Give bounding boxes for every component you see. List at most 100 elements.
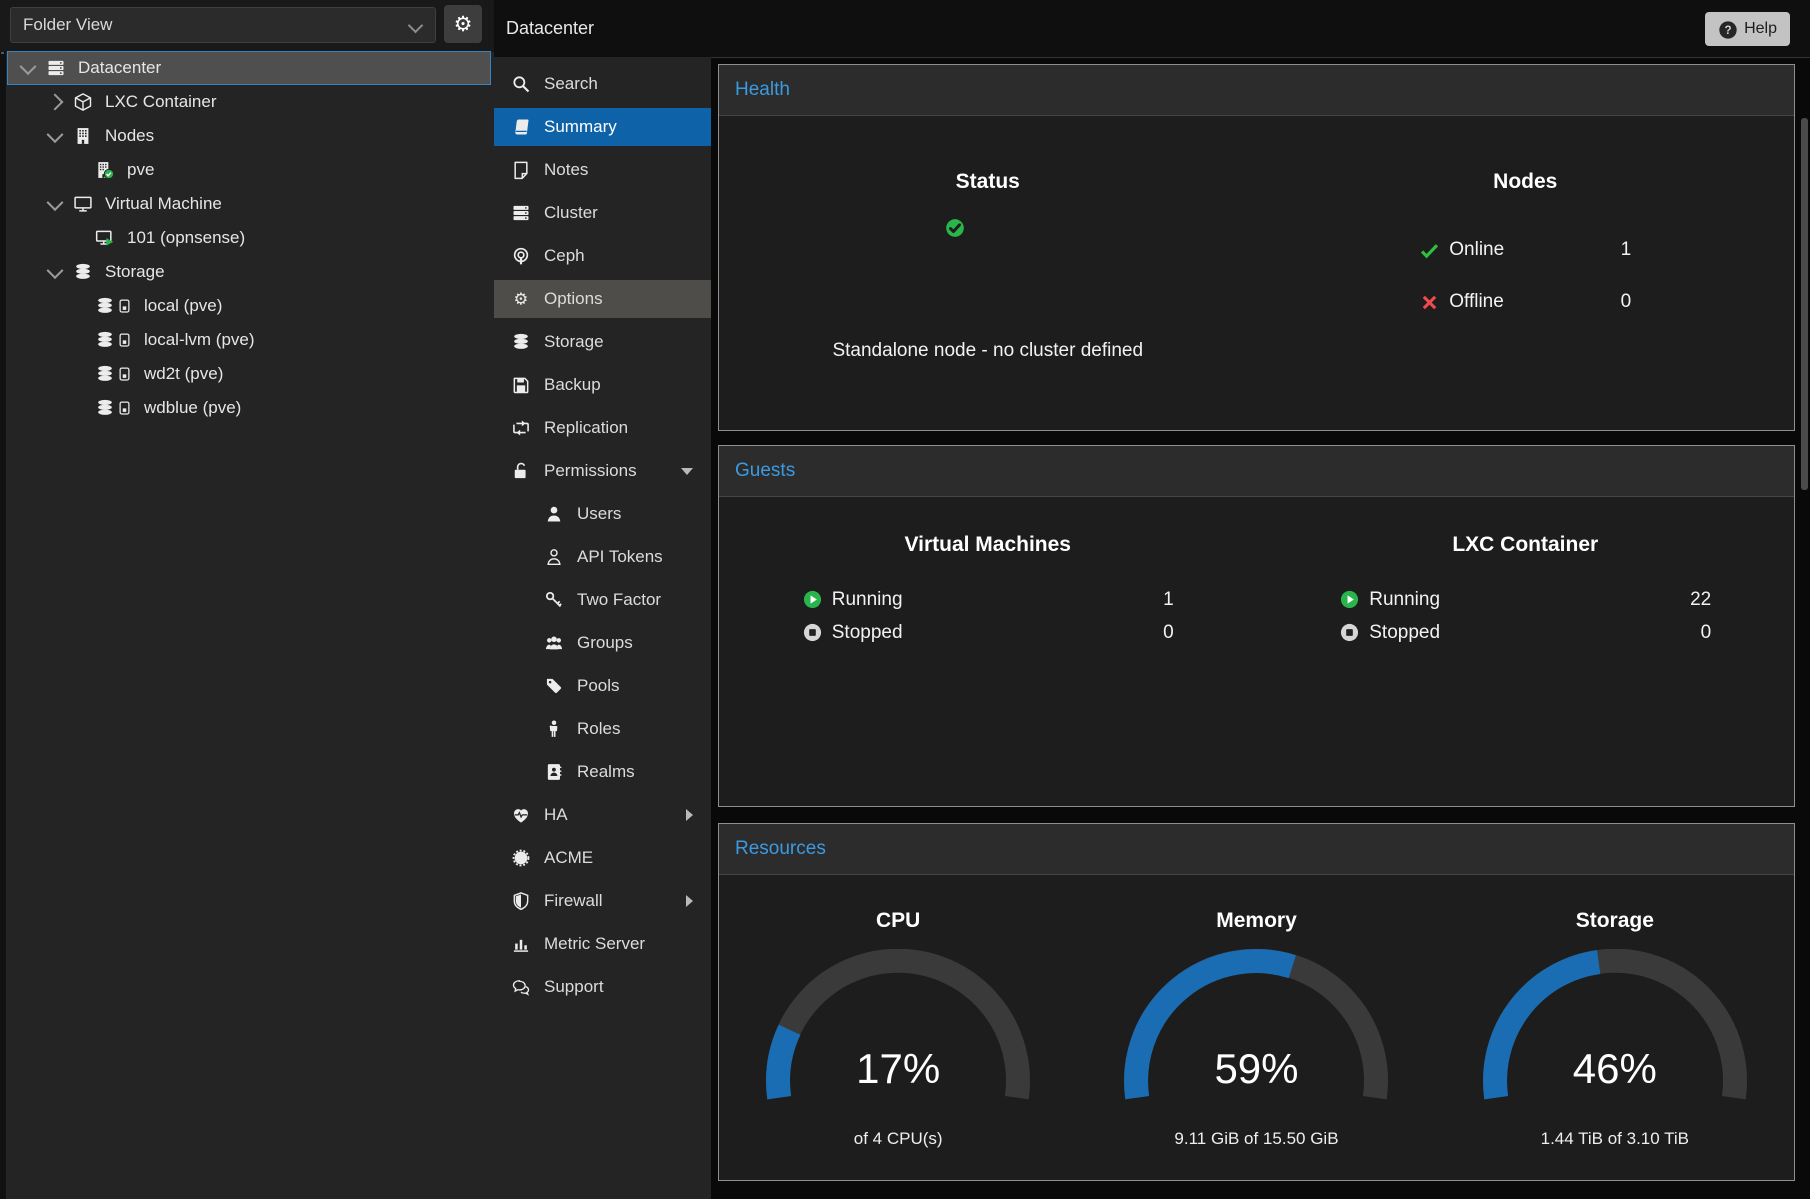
tree-toolbar: Folder View ⚙ — [0, 0, 494, 52]
menu-item-pools[interactable]: Pools — [494, 667, 711, 705]
chevron-down-icon[interactable] — [47, 262, 64, 279]
vertical-scrollbar[interactable] — [1801, 118, 1808, 490]
view-mode-select[interactable]: Folder View — [10, 7, 436, 43]
menu-item-roles[interactable]: Roles — [494, 710, 711, 748]
help-button[interactable]: ? Help — [1705, 12, 1790, 46]
menu-item-firewall[interactable]: Firewall — [494, 882, 711, 920]
content-header-bar: Datacenter ? Help — [494, 0, 1810, 57]
menu-item-notes[interactable]: Notes — [494, 151, 711, 189]
tree-settings-button[interactable]: ⚙ — [444, 5, 482, 43]
menu-item-label: Search — [544, 74, 598, 94]
play-circle-icon — [802, 589, 823, 610]
resources-panel-body: CPU17%of 4 CPU(s)Memory59%9.11 GiB of 15… — [719, 875, 1794, 1149]
tree-item-nodes[interactable]: Nodes — [7, 119, 491, 153]
chevron-down-icon[interactable] — [47, 126, 64, 143]
menu-item-label: Storage — [544, 332, 604, 352]
main-content: Health Status Standalone node - no clust… — [711, 57, 1810, 1199]
shield-icon — [511, 891, 531, 911]
nodes-rows: Online1Offline0 — [1419, 224, 1631, 328]
menu-item-support[interactable]: Support — [494, 968, 711, 1006]
database-icon — [95, 296, 115, 316]
caret-right-icon — [686, 895, 693, 907]
menu-item-label: API Tokens — [577, 547, 663, 567]
server-icon — [511, 203, 531, 223]
tree-item-storage[interactable]: Storage — [7, 255, 491, 289]
heartbeat-icon — [511, 805, 531, 825]
page-title: Datacenter — [494, 18, 594, 39]
chevron-down-icon[interactable] — [47, 194, 64, 211]
menu-item-label: Replication — [544, 418, 628, 438]
ceph-icon — [511, 246, 531, 266]
view-mode-value: Folder View — [23, 15, 112, 35]
menu-item-acme[interactable]: ACME — [494, 839, 711, 877]
guests-column-title: LXC Container — [1452, 533, 1598, 557]
tree-item-wd2t-pve[interactable]: wd2t (pve) — [7, 357, 491, 391]
menu-item-label: Notes — [544, 160, 588, 180]
status-row-value: 1 — [1163, 589, 1174, 611]
menu-item-ceph[interactable]: Ceph — [494, 237, 711, 275]
tree-item-datacenter[interactable]: Datacenter — [7, 51, 491, 85]
check-circle-icon — [945, 218, 1031, 304]
gauge-arc: 17% — [748, 949, 1048, 1105]
tree-item-label: local (pve) — [144, 296, 222, 316]
note-icon — [511, 160, 531, 180]
tree-item-local-lvm-pve[interactable]: local-lvm (pve) — [7, 323, 491, 357]
menu-item-label: Options — [544, 289, 603, 309]
menu-item-label: Ceph — [544, 246, 585, 266]
tree-item-pve[interactable]: pve — [7, 153, 491, 187]
status-row-label: Stopped — [1369, 622, 1440, 644]
menu-item-ha[interactable]: HA — [494, 796, 711, 834]
menu-item-label: Roles — [577, 719, 620, 739]
menu-item-storage[interactable]: Storage — [494, 323, 711, 361]
menu-item-api-tokens[interactable]: API Tokens — [494, 538, 711, 576]
tree-item-101-opnsense[interactable]: 101 (opnsense) — [7, 221, 491, 255]
comments-icon — [511, 977, 531, 997]
menu-item-cluster[interactable]: Cluster — [494, 194, 711, 232]
menu-item-groups[interactable]: Groups — [494, 624, 711, 662]
menu-item-search[interactable]: Search — [494, 65, 711, 103]
health-status-column: Status Standalone node - no cluster defi… — [719, 116, 1257, 362]
gear-icon: ⚙ — [511, 289, 531, 309]
menu-item-users[interactable]: Users — [494, 495, 711, 533]
tree-item-label: LXC Container — [105, 92, 217, 112]
display-icon — [73, 194, 93, 214]
menu-item-label: Two Factor — [577, 590, 661, 610]
tree-item-virtual-machine[interactable]: Virtual Machine — [7, 187, 491, 221]
menu-item-two-factor[interactable]: Two Factor — [494, 581, 711, 619]
server-icon — [46, 58, 66, 78]
tree-item-wdblue-pve[interactable]: wdblue (pve) — [7, 391, 491, 425]
chevron-right-icon[interactable] — [47, 94, 64, 111]
gauge-arc: 59% — [1106, 949, 1406, 1105]
menu-item-label: Pools — [577, 676, 620, 696]
resource-tree-panel: Folder View ⚙ Datacenter LXC Container Nod… — [0, 0, 494, 1199]
person-icon — [544, 719, 564, 739]
status-row-label: Online — [1449, 239, 1504, 261]
database-icon — [95, 364, 115, 384]
guests-rows: Running1Stopped0 — [802, 583, 1174, 649]
tree-item-lxc-container[interactable]: LXC Container — [7, 85, 491, 119]
chevron-down-icon[interactable] — [20, 58, 37, 75]
menu-item-options[interactable]: ⚙ Options — [494, 280, 711, 318]
menu-item-metric-server[interactable]: Metric Server — [494, 925, 711, 963]
menu-item-backup[interactable]: Backup — [494, 366, 711, 404]
tree-item-label: 101 (opnsense) — [127, 228, 245, 248]
menu-item-realms[interactable]: Realms — [494, 753, 711, 791]
menu-item-label: Cluster — [544, 203, 598, 223]
unlock-icon — [511, 461, 531, 481]
status-row-label: Running — [832, 589, 903, 611]
tree-item-local-pve[interactable]: local (pve) — [7, 289, 491, 323]
cross-icon — [1419, 292, 1440, 313]
guests-column-lxc-container: LXC ContainerRunning22Stopped0 — [1257, 497, 1795, 649]
book-icon — [511, 117, 531, 137]
menu-item-label: HA — [544, 805, 568, 825]
menu-item-replication[interactable]: Replication — [494, 409, 711, 447]
drive-icon — [117, 398, 132, 418]
status-row-value: 22 — [1690, 589, 1711, 611]
status-row-value: 0 — [1163, 622, 1174, 644]
menu-item-summary[interactable]: Summary — [494, 108, 711, 146]
drive-icon — [117, 296, 132, 316]
stop-circle-icon — [1339, 622, 1360, 643]
stop-circle-icon — [802, 622, 823, 643]
menu-item-permissions[interactable]: Permissions — [494, 452, 711, 490]
status-title: Status — [956, 170, 1020, 194]
